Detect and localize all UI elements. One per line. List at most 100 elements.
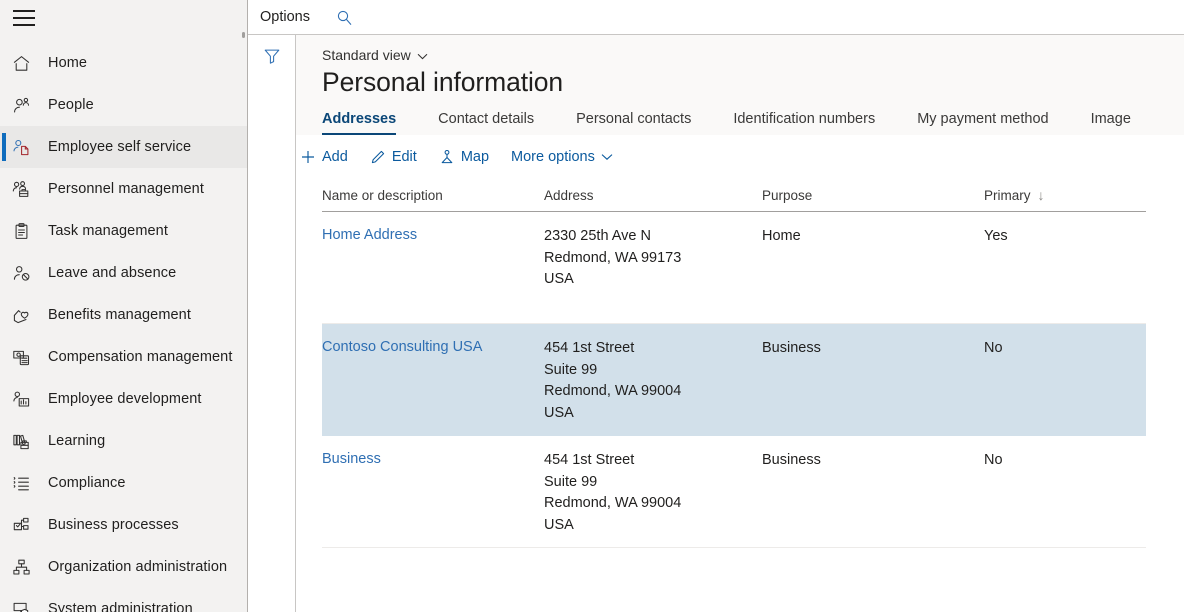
plus-icon [300, 149, 316, 165]
body-area: Standard view Personal information Addre… [248, 35, 1184, 612]
checklist-icon [12, 472, 42, 494]
sidebar-item-employee-development[interactable]: Employee development [0, 378, 247, 420]
sidebar-item-employee-self-service[interactable]: Employee self service [0, 126, 247, 168]
address-line: 454 1st Street [544, 452, 635, 469]
search-icon[interactable] [336, 9, 353, 26]
row-purpose-cell: Home [762, 228, 801, 245]
row-address-cell: 454 1st Street Suite 99 Redmond, WA 99004 U… [544, 450, 762, 536]
grid-header-row: Name or description Address Purpose Primary… [322, 179, 1146, 213]
addresses-grid: Name or description Address Purpose Primary… [322, 179, 1146, 549]
column-header-address[interactable]: Address [544, 188, 762, 203]
tab-strip: Addresses Contact details Personal contact… [322, 111, 1184, 136]
row-name-link[interactable]: Home Address [322, 227, 417, 243]
hamburger-row [0, 0, 247, 36]
toolbar-button-label: Add [322, 149, 348, 166]
tab-image[interactable]: Image [1091, 111, 1131, 135]
sidebar-item-label: People [48, 97, 94, 113]
toolbar-button-label: More options [511, 149, 595, 166]
hand-heart-icon [12, 304, 42, 326]
sidebar-item-label: System administration [48, 601, 193, 612]
sidebar-item-people[interactable]: People [0, 84, 247, 126]
clipboard-icon [12, 220, 42, 242]
column-header-label: Purpose [762, 187, 813, 203]
org-chart-icon [12, 556, 42, 578]
sidebar-item-label: Task management [48, 223, 168, 239]
sidebar-item-learning[interactable]: Learning [0, 420, 247, 462]
address-line: USA [544, 271, 574, 288]
application-window: Home People Employee self service Personnel… [0, 0, 1184, 612]
chevron-down-icon [601, 153, 613, 161]
sidebar-item-list: Home People Employee self service Personnel… [0, 36, 247, 612]
chevron-down-icon [417, 47, 428, 63]
toolbar-button-label: Map [460, 149, 490, 166]
column-header-primary[interactable]: Primary ↓ [984, 188, 1146, 203]
person-document-icon [12, 136, 42, 158]
books-icon [12, 430, 42, 452]
row-purpose-cell: Business [762, 340, 821, 357]
sidebar-item-system-administration[interactable]: System administration [0, 588, 247, 612]
filter-rail [248, 35, 296, 612]
add-button[interactable]: Add [300, 149, 348, 165]
address-line: Suite 99 [544, 473, 598, 490]
tab-personal-contacts[interactable]: Personal contacts [576, 111, 691, 135]
more-options-button[interactable]: More options [511, 149, 613, 165]
column-header-label: Name or description [322, 187, 443, 203]
sidebar-item-home[interactable]: Home [0, 42, 247, 84]
row-address-cell: 2330 25th Ave N Redmond, WA 99173 USA [544, 226, 762, 291]
person-block-icon [12, 262, 42, 284]
filter-funnel-icon[interactable] [263, 47, 281, 612]
sort-descending-icon: ↓ [1037, 187, 1045, 204]
sidebar-scrollbar-thumb[interactable] [242, 32, 245, 38]
address-line: 2330 25th Ave N [544, 228, 651, 245]
tab-identification-numbers[interactable]: Identification numbers [733, 111, 875, 135]
tab-addresses[interactable]: Addresses [322, 111, 397, 136]
map-button[interactable]: Map [439, 149, 489, 165]
row-primary-cell: No [984, 340, 1003, 357]
sidebar-item-label: Personnel management [48, 181, 204, 197]
row-name-link[interactable]: Business [322, 451, 381, 467]
sidebar-item-personnel-management[interactable]: Personnel management [0, 168, 247, 210]
table-row[interactable]: Business 454 1st Street Suite 99 Redmond, W… [322, 436, 1146, 549]
address-line: 454 1st Street [544, 340, 635, 357]
column-header-name-or-description[interactable]: Name or description [322, 188, 544, 203]
sidebar-item-label: Learning [48, 433, 106, 449]
navigation-sidebar: Home People Employee self service Personnel… [0, 0, 248, 612]
edit-button[interactable]: Edit [370, 149, 417, 165]
sidebar-item-benefits-management[interactable]: Benefits management [0, 294, 247, 336]
address-line: Redmond, WA 99004 [544, 383, 682, 400]
home-icon [12, 52, 42, 74]
tab-my-payment-method[interactable]: My payment method [917, 111, 1048, 135]
sidebar-item-organization-administration[interactable]: Organization administration [0, 546, 247, 588]
row-name-link[interactable]: Contoso Consulting USA [322, 339, 482, 355]
sidebar-item-business-processes[interactable]: Business processes [0, 504, 247, 546]
sidebar-item-label: Home [48, 55, 88, 71]
person-chart-icon [12, 388, 42, 410]
content-panel: Standard view Personal information Addre… [296, 35, 1184, 612]
options-menu-button[interactable]: Options [260, 9, 310, 25]
view-selector-label: Standard view [322, 47, 411, 63]
column-header-label: Address [544, 187, 594, 203]
column-header-purpose[interactable]: Purpose [762, 188, 984, 203]
sidebar-item-label: Leave and absence [48, 265, 177, 281]
view-selector[interactable]: Standard view [322, 47, 428, 63]
column-header-label: Primary [984, 187, 1031, 203]
address-line: Suite 99 [544, 361, 598, 378]
pencil-icon [370, 149, 386, 165]
page-header: Standard view Personal information Addre… [296, 35, 1184, 136]
action-toolbar: Add Edit Map More options [296, 135, 1184, 179]
address-line: USA [544, 404, 574, 421]
table-row[interactable]: Home Address 2330 25th Ave N Redmond, WA 9… [322, 212, 1146, 325]
table-row[interactable]: Contoso Consulting USA 454 1st Street Suit… [322, 324, 1146, 437]
grid-body: Home Address 2330 25th Ave N Redmond, WA 9… [322, 212, 1146, 549]
person-icon [12, 94, 42, 116]
tab-contact-details[interactable]: Contact details [438, 111, 534, 135]
sidebar-item-task-management[interactable]: Task management [0, 210, 247, 252]
map-pin-icon [439, 149, 455, 165]
hamburger-icon[interactable] [13, 10, 35, 26]
main-region: Options Standard view Personal informati… [248, 0, 1184, 612]
page-title: Personal information [322, 67, 564, 97]
sidebar-item-compensation-management[interactable]: Compensation management [0, 336, 247, 378]
sidebar-item-leave-and-absence[interactable]: Leave and absence [0, 252, 247, 294]
sidebar-item-label: Business processes [48, 517, 179, 533]
sidebar-item-compliance[interactable]: Compliance [0, 462, 247, 504]
